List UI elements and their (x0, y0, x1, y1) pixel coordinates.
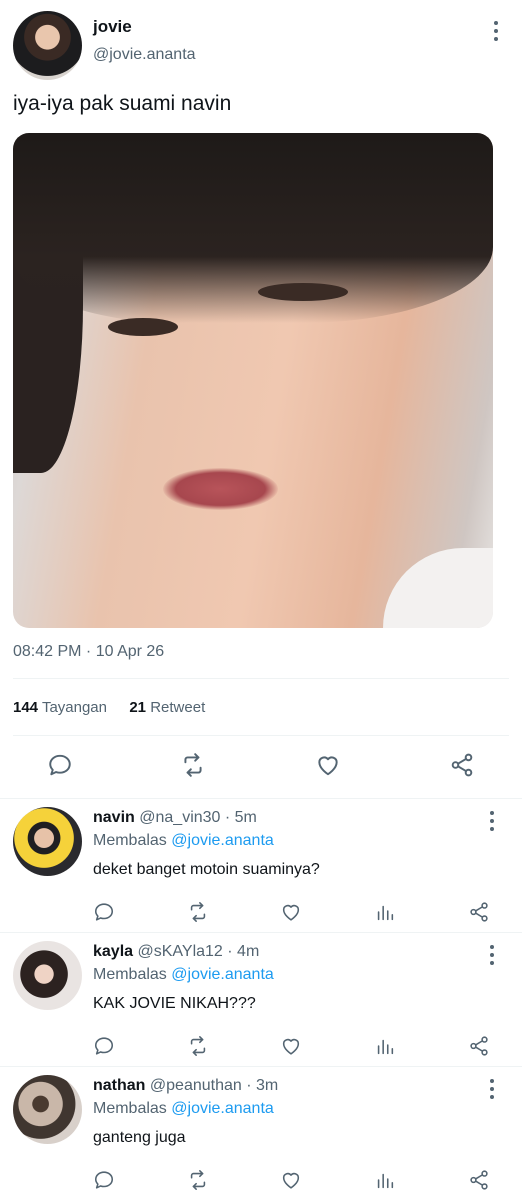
share-icon[interactable] (447, 750, 477, 780)
more-options-icon[interactable] (489, 945, 495, 967)
retweet-icon[interactable] (183, 897, 213, 927)
like-icon[interactable] (276, 897, 306, 927)
replying-mention[interactable]: @jovie.ananta (171, 832, 274, 849)
tweet-stats: 144 Tayangan 21 Retweet (13, 699, 205, 716)
replying-label: Membalas (93, 966, 167, 983)
reply-handle-time: @na_vin30 · 5m (139, 809, 257, 826)
reply-text: ganteng juga (93, 1129, 186, 1146)
views-icon[interactable] (370, 1165, 400, 1195)
tweet-actions (0, 750, 522, 786)
like-icon[interactable] (313, 750, 343, 780)
replying-to: Membalas @jovie.ananta (93, 966, 274, 984)
replying-mention[interactable]: @jovie.ananta (171, 966, 274, 983)
retweets-label[interactable]: Retweet (150, 699, 205, 716)
tweet-photo[interactable] (13, 133, 493, 628)
like-icon[interactable] (276, 1165, 306, 1195)
reply-avatar[interactable] (13, 941, 82, 1010)
reply-icon[interactable] (45, 750, 75, 780)
retweet-icon[interactable] (183, 1165, 213, 1195)
tweet-header: jovie @jovie.ananta (13, 11, 509, 81)
reply-header: nathan @peanuthan · 3m (93, 1077, 278, 1095)
author-handle[interactable]: @jovie.ananta (93, 46, 196, 64)
replying-to: Membalas @jovie.ananta (93, 1100, 274, 1118)
share-icon[interactable] (464, 1031, 494, 1061)
reply-handle-time: @sKAYla12 · 4m (137, 943, 260, 960)
reply-author-name[interactable]: kayla (93, 943, 133, 960)
reply-item[interactable]: nathan @peanuthan · 3m Membalas @jovie.a… (0, 1067, 522, 1200)
reply-item[interactable]: kayla @sKAYla12 · 4m Membalas @jovie.ana… (0, 933, 522, 1067)
retweet-icon[interactable] (178, 750, 208, 780)
reply-icon[interactable] (89, 897, 119, 927)
retweets-count[interactable]: 21 (129, 699, 146, 716)
divider (13, 678, 509, 679)
reply-actions (0, 897, 522, 923)
views-icon[interactable] (370, 1031, 400, 1061)
reply-item[interactable]: navin @na_vin30 · 5m Membalas @jovie.ana… (0, 799, 522, 933)
reply-text: deket banget motoin suaminya? (93, 861, 320, 878)
reply-header: navin @na_vin30 · 5m (93, 809, 257, 827)
share-icon[interactable] (464, 897, 494, 927)
replying-to: Membalas @jovie.ananta (93, 832, 274, 850)
tweet-timestamp[interactable]: 08:42 PM · 10 Apr 26 (13, 643, 164, 661)
views-count: 144 (13, 699, 39, 716)
author-avatar[interactable] (13, 11, 82, 80)
more-options-icon[interactable] (489, 811, 495, 833)
share-icon[interactable] (464, 1165, 494, 1195)
views-icon[interactable] (370, 897, 400, 927)
divider (13, 735, 509, 736)
reply-header: kayla @sKAYla12 · 4m (93, 943, 259, 961)
reply-actions (0, 1165, 522, 1191)
reply-actions (0, 1031, 522, 1057)
reply-author-name[interactable]: navin (93, 809, 135, 826)
more-options-icon[interactable] (493, 21, 499, 43)
like-icon[interactable] (276, 1031, 306, 1061)
reply-avatar[interactable] (13, 807, 82, 876)
author-name[interactable]: jovie (93, 17, 132, 37)
more-options-icon[interactable] (489, 1079, 495, 1101)
views-label: Tayangan (41, 699, 107, 716)
replying-label: Membalas (93, 832, 167, 849)
reply-icon[interactable] (89, 1165, 119, 1195)
reply-handle-time: @peanuthan · 3m (149, 1077, 279, 1094)
reply-author-name[interactable]: nathan (93, 1077, 145, 1094)
reply-icon[interactable] (89, 1031, 119, 1061)
reply-text: KAK JOVIE NIKAH??? (93, 995, 256, 1012)
replying-label: Membalas (93, 1100, 167, 1117)
replying-mention[interactable]: @jovie.ananta (171, 1100, 274, 1117)
retweet-icon[interactable] (183, 1031, 213, 1061)
reply-avatar[interactable] (13, 1075, 82, 1144)
tweet-text: iya-iya pak suami navin (13, 92, 232, 115)
